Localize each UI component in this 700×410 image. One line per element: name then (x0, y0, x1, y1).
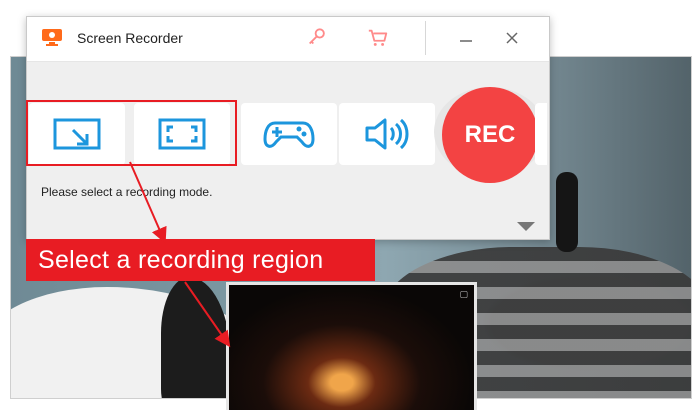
annotation-arrows (129, 161, 231, 348)
arrow-to-video (184, 281, 231, 348)
arrow-to-callout (129, 161, 167, 244)
